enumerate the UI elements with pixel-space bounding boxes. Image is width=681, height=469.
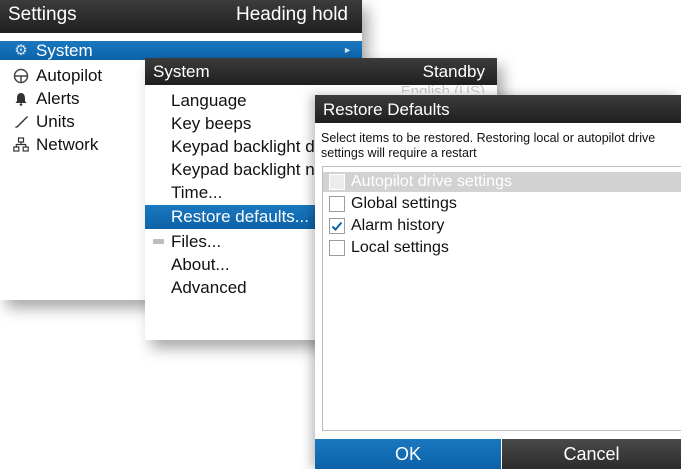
option-label: Global settings (351, 195, 457, 212)
menu-item-label: Advanced (171, 278, 247, 297)
autopilot-icon (13, 65, 29, 87)
sidebar-item-label: Alerts (36, 89, 80, 108)
bell-icon (13, 88, 29, 110)
settings-titlebar: Settings Heading hold (0, 0, 362, 33)
system-titlebar: System Standby (145, 58, 497, 85)
option-local-settings[interactable]: Local settings (323, 237, 681, 258)
sidebar-item-label: Network (36, 135, 99, 154)
network-icon (13, 134, 29, 156)
option-label: Alarm history (351, 217, 445, 234)
cancel-button[interactable]: Cancel (502, 439, 681, 469)
option-label: Local settings (351, 239, 449, 256)
restore-titlebar: Restore Defaults (315, 95, 681, 123)
gear-icon: ⚙ (14, 42, 28, 59)
checkmark-icon (331, 221, 343, 231)
menu-item-label: Restore defaults... (171, 207, 309, 226)
restore-defaults-dialog: Restore Defaults Select items to be rest… (315, 95, 681, 469)
settings-title: Settings (8, 4, 77, 25)
settings-status: Heading hold (236, 4, 348, 25)
checkbox-autopilot-drive-settings[interactable] (329, 174, 345, 190)
system-title: System (153, 62, 210, 81)
ruler-icon (13, 111, 29, 133)
checkbox-global-settings[interactable] (329, 196, 345, 212)
option-autopilot-drive-settings[interactable]: Autopilot drive settings (323, 172, 681, 192)
checkbox-alarm-history[interactable] (329, 218, 345, 234)
menu-item-label: About... (171, 255, 230, 274)
menu-item-label: Language (171, 91, 247, 110)
restore-description: Select items to be restored. Restoring l… (321, 131, 656, 160)
chevron-right-icon: ► (343, 45, 352, 55)
menu-item-label: Key beeps (171, 114, 252, 133)
folder-icon (153, 239, 164, 244)
restore-title: Restore Defaults (323, 100, 450, 119)
option-global-settings[interactable]: Global settings (323, 193, 681, 214)
checkbox-local-settings[interactable] (329, 240, 345, 256)
ok-button[interactable]: OK (315, 439, 501, 469)
option-alarm-history[interactable]: Alarm history (323, 215, 681, 236)
sidebar-item-label: Autopilot (36, 66, 103, 85)
menu-item-label: Keypad backlight day (171, 137, 333, 156)
sidebar-item-label: Units (36, 112, 75, 131)
menu-item-label: Time... (171, 183, 223, 202)
sidebar-item-label: System (36, 41, 93, 60)
system-status: Standby (422, 62, 485, 81)
option-label: Autopilot drive settings (351, 173, 512, 190)
menu-item-label: Files... (171, 232, 222, 251)
options-panel: Autopilot drive settings Global settings… (322, 166, 681, 431)
